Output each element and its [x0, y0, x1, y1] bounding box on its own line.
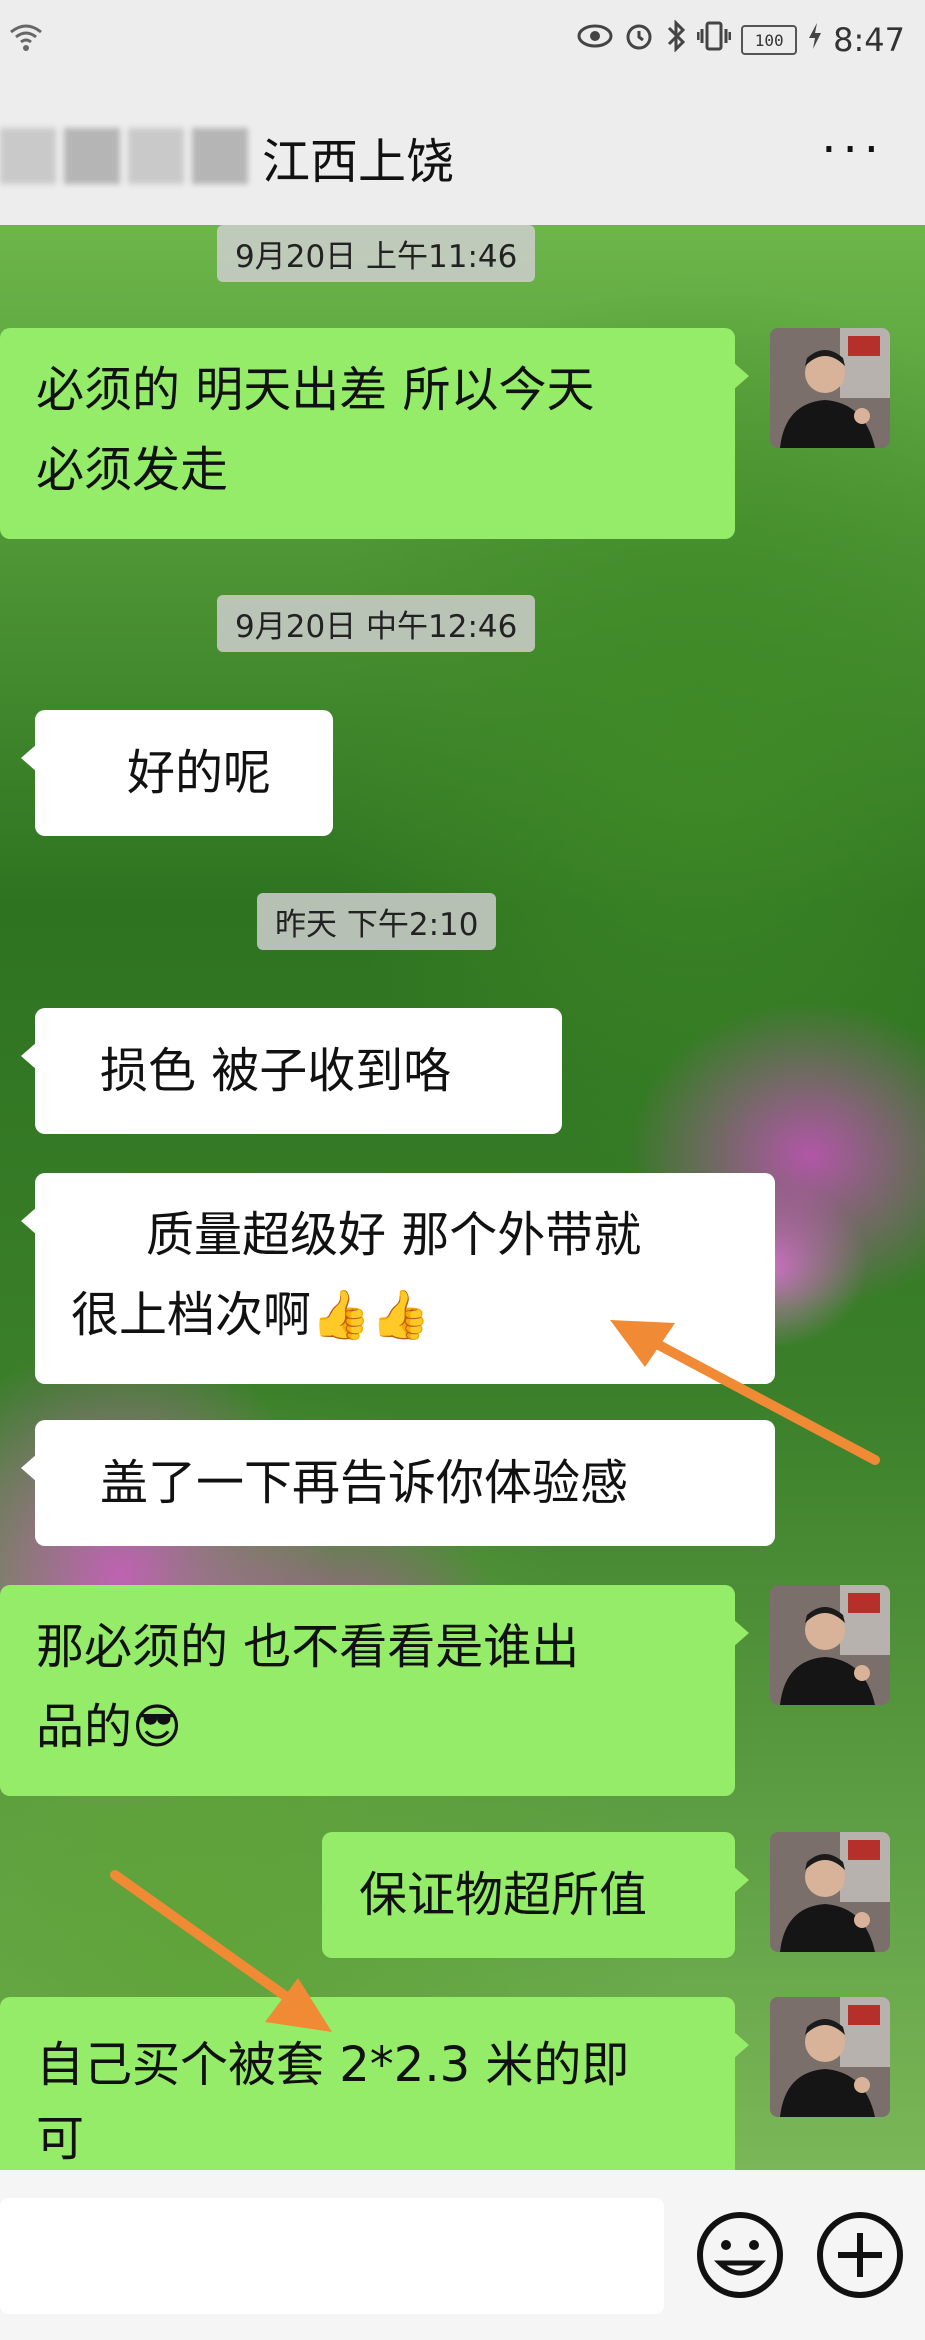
avatar[interactable] [770, 1832, 890, 1952]
charging-icon [807, 21, 823, 59]
message-line: 必须发走 [36, 442, 229, 498]
annotation-arrow [610, 1320, 880, 1465]
message-line: 品的😎 [36, 1699, 183, 1755]
vibrate-icon [696, 20, 732, 60]
message-line: 保证物超所值 [359, 1867, 648, 1923]
timestamp: 9月20日 中午12:46 [217, 595, 536, 652]
message-sent[interactable]: 必须的 明天出差 所以今天 必须发走 [0, 328, 749, 539]
avatar[interactable] [770, 328, 890, 448]
battery-icon: 100 [741, 25, 798, 55]
chat-area[interactable]: 9月20日 上午11:46 必须的 明天出差 所以今天 必须发走 9月20日 中… [0, 225, 925, 2170]
message-input[interactable] [0, 2198, 664, 2314]
chat-title: 江西上饶 [262, 134, 455, 190]
status-time: 8:47 [833, 21, 905, 59]
message-line: 好的呢 [127, 745, 272, 801]
eye-icon [577, 21, 613, 59]
alarm-icon [623, 20, 655, 60]
more-icon[interactable]: ··· [821, 126, 885, 174]
blurred-contact-name [0, 128, 248, 184]
message-sent[interactable]: 保证物超所值 [322, 1832, 749, 1958]
plus-icon[interactable] [810, 2205, 910, 2309]
message-line: 那必须的 也不看看是谁出 [36, 1619, 580, 1675]
message-received[interactable]: 好的呢 [21, 710, 333, 836]
input-bar [0, 2170, 925, 2340]
message-line: 盖了一下再告诉你体验感 [100, 1455, 629, 1511]
timestamp: 昨天 下午2:10 [257, 893, 497, 950]
message-line: 损色 被子收到咯 [100, 1043, 452, 1099]
message-sent[interactable]: 那必须的 也不看看是谁出 品的😎 [0, 1585, 749, 1796]
status-bar: 100 8:47 [0, 0, 925, 80]
emoji-icon[interactable] [690, 2205, 790, 2309]
avatar[interactable] [770, 1585, 890, 1705]
message-line: 可 [36, 2111, 85, 2167]
message-line: 必须的 明天出差 所以今天 [36, 362, 595, 418]
timestamp: 9月20日 上午11:46 [217, 225, 536, 282]
annotation-arrow [110, 1870, 332, 2032]
message-line: 质量超级好 那个外带就 [146, 1207, 642, 1263]
message-received[interactable]: 损色 被子收到咯 [21, 1008, 562, 1134]
avatar[interactable] [770, 1997, 890, 2117]
wifi-icon [8, 20, 44, 60]
bluetooth-icon [665, 19, 687, 60]
chat-header: 江西上饶 ··· [0, 80, 925, 225]
